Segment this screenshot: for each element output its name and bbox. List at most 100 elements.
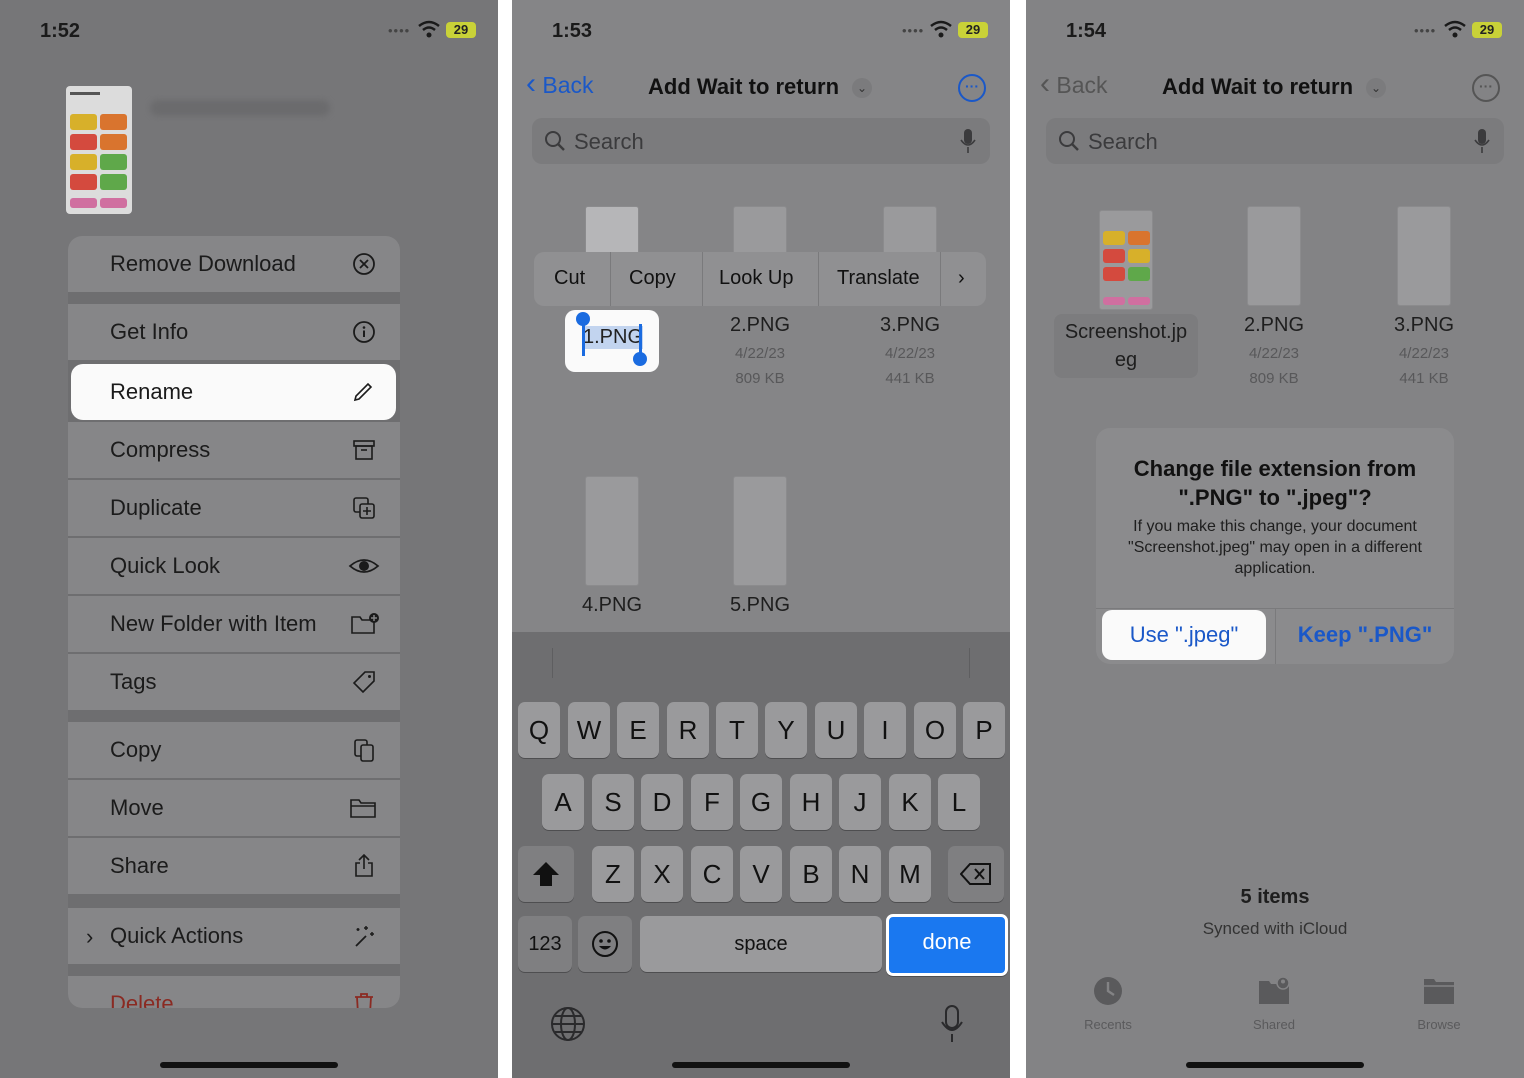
search-placeholder: Search — [574, 129, 644, 154]
key-a[interactable]: A — [542, 774, 584, 830]
key-d[interactable]: D — [641, 774, 683, 830]
edit-menu-cut[interactable]: Cut — [554, 267, 585, 290]
key-c[interactable]: C — [691, 846, 733, 902]
item-count: 5 items — [1240, 886, 1310, 908]
nav-title[interactable]: Add Wait to return — [648, 74, 839, 100]
tab-shared[interactable]: Shared — [1229, 976, 1319, 1032]
key-x[interactable]: X — [641, 846, 683, 902]
menu-item-quick-actions[interactable]: › Quick Actions — [68, 908, 400, 964]
menu-item-move[interactable]: Move — [68, 780, 400, 836]
file-item-4[interactable]: 4.PNG — [552, 476, 672, 617]
keep-png-button[interactable]: Keep ".PNG" — [1282, 610, 1448, 660]
signal-icon: •••• — [1414, 23, 1437, 38]
globe-icon[interactable] — [550, 1006, 586, 1042]
file-item-screenshot[interactable]: Screenshot.jp eg — [1054, 210, 1198, 378]
emoji-icon — [592, 931, 618, 957]
menu-item-rename[interactable]: Rename — [71, 364, 396, 420]
file-item-5[interactable]: 5.PNG — [700, 476, 820, 617]
key-p[interactable]: P — [963, 702, 1005, 758]
search-field[interactable]: Search — [532, 118, 990, 164]
menu-item-tags[interactable]: Tags — [68, 654, 400, 710]
home-indicator — [672, 1062, 850, 1068]
alert-title: Change file extension from ".PNG" to ".j… — [1133, 456, 1417, 510]
key-z[interactable]: Z — [592, 846, 634, 902]
menu-item-new-folder-with-item[interactable]: New Folder with Item — [68, 596, 400, 652]
menu-item-quick-look[interactable]: Quick Look — [68, 538, 400, 594]
done-key[interactable]: done — [886, 914, 1008, 976]
key-e[interactable]: E — [617, 702, 659, 758]
file-item-1[interactable] — [552, 206, 672, 256]
key-q[interactable]: Q — [518, 702, 560, 758]
key-n[interactable]: N — [839, 846, 881, 902]
back-button[interactable]: ‹ Back — [1040, 69, 1108, 99]
wifi-icon — [418, 20, 440, 38]
microphone-icon[interactable] — [960, 128, 976, 154]
key-r[interactable]: R — [667, 702, 709, 758]
key-t[interactable]: T — [716, 702, 758, 758]
key-j[interactable]: J — [839, 774, 881, 830]
numbers-key[interactable]: 123 — [518, 916, 572, 972]
back-button[interactable]: ‹ Back — [526, 69, 594, 99]
use-jpeg-button[interactable]: Use ".jpeg" — [1102, 610, 1266, 660]
nav-title[interactable]: Add Wait to return — [1162, 74, 1353, 100]
menu-item-remove-download[interactable]: Remove Download — [68, 236, 400, 292]
wifi-icon — [930, 20, 952, 38]
edit-menu-copy[interactable]: Copy — [629, 267, 676, 290]
chevron-left-icon: ‹ — [526, 67, 536, 100]
clock-icon — [1094, 977, 1122, 1005]
key-k[interactable]: K — [889, 774, 931, 830]
space-key[interactable]: space — [640, 916, 882, 972]
key-b[interactable]: B — [790, 846, 832, 902]
sparkles-icon — [355, 926, 374, 947]
shift-key[interactable] — [518, 846, 574, 902]
microphone-icon[interactable] — [1474, 128, 1490, 154]
tab-recents[interactable]: Recents — [1063, 976, 1153, 1032]
edit-menu-look-up[interactable]: Look Up — [719, 267, 794, 290]
more-options-icon[interactable]: ··· — [1472, 74, 1500, 102]
key-y[interactable]: Y — [765, 702, 807, 758]
key-w[interactable]: W — [568, 702, 610, 758]
menu-item-compress[interactable]: Compress — [68, 422, 400, 478]
chevron-down-icon[interactable]: ⌄ — [852, 78, 872, 98]
edit-menu-translate[interactable]: Translate — [837, 267, 920, 290]
key-f[interactable]: F — [691, 774, 733, 830]
key-s[interactable]: S — [592, 774, 634, 830]
menu-item-get-info[interactable]: Get Info — [68, 304, 400, 360]
status-time: 1:53 — [552, 20, 593, 42]
menu-item-share[interactable]: Share — [68, 838, 400, 894]
key-o[interactable]: O — [914, 702, 956, 758]
key-h[interactable]: H — [790, 774, 832, 830]
key-u[interactable]: U — [815, 702, 857, 758]
keyboard: Q W E R T Y U I O P A S D F G H J K L Z … — [512, 632, 1010, 1078]
chevron-right-icon[interactable]: › — [958, 267, 965, 290]
emoji-key[interactable] — [578, 916, 632, 972]
search-placeholder: Search — [1088, 129, 1158, 154]
chevron-right-icon: › — [86, 924, 94, 949]
menu-item-copy[interactable]: Copy — [68, 722, 400, 778]
more-options-icon[interactable]: ··· — [958, 74, 986, 102]
screen-extension-alert: 1:54 •••• 29 ‹ Back Add Wait to return ⌄… — [1026, 0, 1524, 1078]
file-item-2[interactable]: 2.PNG 4/22/23 809 KB — [1214, 206, 1334, 391]
sync-status: Synced with iCloud — [1202, 919, 1348, 938]
folder-plus-icon — [351, 613, 379, 634]
tab-browse[interactable]: Browse — [1394, 976, 1484, 1032]
key-v[interactable]: V — [740, 846, 782, 902]
tag-icon — [352, 671, 375, 694]
key-l[interactable]: L — [938, 774, 980, 830]
backspace-key[interactable] — [948, 846, 1004, 902]
file-item-3[interactable]: 3.PNG 4/22/23 441 KB — [1364, 206, 1484, 391]
search-field[interactable]: Search — [1046, 118, 1504, 164]
chevron-left-icon: ‹ — [1040, 67, 1050, 100]
chevron-down-icon[interactable]: ⌄ — [1366, 78, 1386, 98]
status-time: 1:52 — [40, 20, 81, 42]
menu-item-delete[interactable]: Delete — [68, 976, 400, 1008]
menu-item-duplicate[interactable]: Duplicate — [68, 480, 400, 536]
key-i[interactable]: I — [864, 702, 906, 758]
rename-input-text[interactable]: 1.PNG — [583, 326, 644, 349]
rename-field[interactable]: 1.PNG — [565, 310, 659, 372]
dictation-mic-icon[interactable] — [940, 1004, 964, 1044]
signal-icon: •••• — [388, 23, 411, 38]
key-m[interactable]: M — [889, 846, 931, 902]
key-g[interactable]: G — [740, 774, 782, 830]
share-icon — [355, 854, 373, 877]
